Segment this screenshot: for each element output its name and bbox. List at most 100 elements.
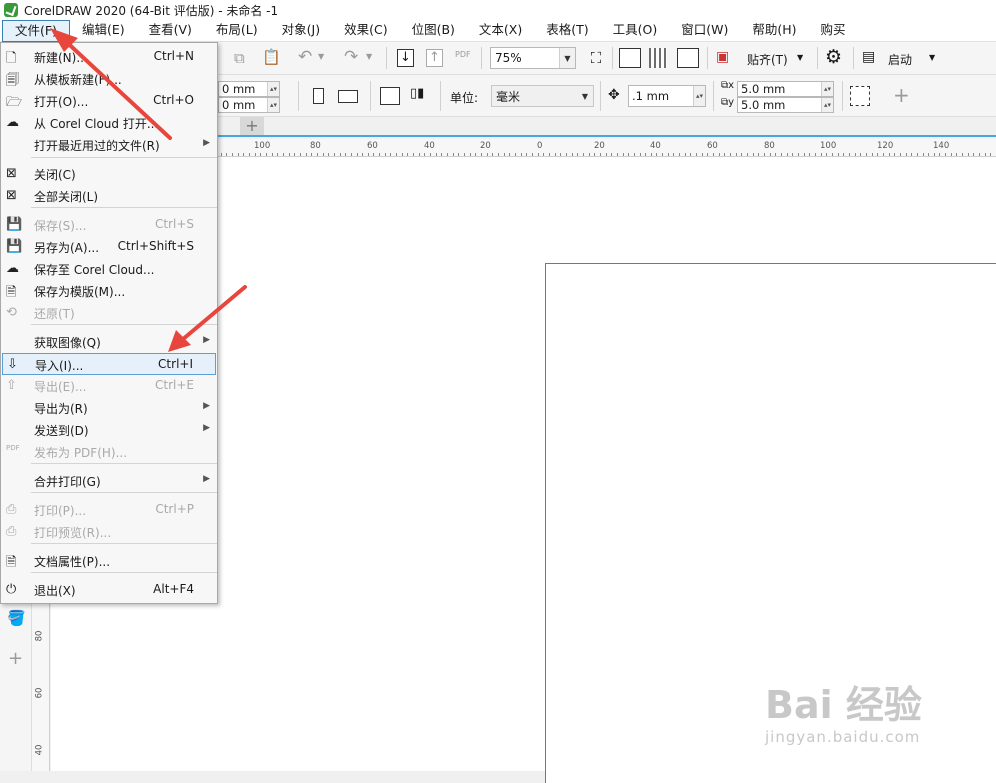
page-width-input[interactable]: 0 mm ▴▾	[218, 81, 280, 97]
file-menu-item[interactable]: 合并打印(G) ▶	[2, 470, 216, 492]
menu-table[interactable]: 表格(T)	[534, 20, 600, 42]
redo-icon[interactable]: ↷	[344, 47, 358, 67]
landscape-icon[interactable]	[338, 90, 358, 103]
menu-text[interactable]: 文本(X)	[467, 20, 534, 42]
menu-edit[interactable]: 编辑(E)	[70, 20, 137, 42]
ruler-tick	[854, 153, 856, 156]
ruler-tick	[599, 153, 601, 156]
spin-arrows-icon[interactable]: ▴▾	[267, 82, 279, 96]
file-menu-item-label: 退出(X)	[34, 584, 76, 598]
import-toolbar-icon[interactable]: ↓	[397, 49, 414, 67]
page-border-icon[interactable]	[850, 86, 870, 106]
page-height-input[interactable]: 0 mm ▴▾	[218, 97, 280, 113]
menu-bitmaps[interactable]: 位图(B)	[400, 20, 467, 42]
menu-layout[interactable]: 布局(L)	[204, 20, 270, 42]
all-pages-icon[interactable]	[380, 87, 400, 105]
launch-label[interactable]: 启动	[888, 51, 912, 68]
ruler-tick	[792, 153, 794, 156]
file-menu-item[interactable]: ⊠ 全部关闭(L)	[2, 185, 216, 207]
undo-icon[interactable]: ↶	[298, 47, 312, 67]
undo-dropdown-icon[interactable]: ▼	[318, 52, 324, 61]
ruler-tick	[373, 153, 375, 156]
units-combo[interactable]: 毫米 ▼	[491, 85, 594, 107]
file-menu-item[interactable]: ⇩ 导入(I)... Ctrl+I	[2, 353, 216, 375]
menu-effects[interactable]: 效果(C)	[332, 20, 399, 42]
file-menu-item[interactable]: 🗁 打开(O)... Ctrl+O	[2, 90, 216, 112]
ruler-tick	[311, 153, 313, 156]
spin-arrows-icon[interactable]: ▴▾	[267, 98, 279, 112]
gear-icon[interactable]: ⚙	[825, 46, 842, 68]
menu-view[interactable]: 查看(V)	[137, 20, 204, 42]
show-rulers-icon[interactable]	[619, 48, 641, 68]
file-menu-item[interactable]: 🗎 文档属性(P)...	[2, 550, 216, 572]
ruler-tick	[254, 153, 256, 156]
add-tool-icon[interactable]: +	[8, 648, 23, 669]
interactive-fill-icon[interactable]: 🪣	[7, 609, 26, 627]
ruler-tick	[464, 153, 466, 156]
file-menu-item: 💾 保存(S)... Ctrl+S	[2, 214, 216, 236]
menu-window[interactable]: 窗口(W)	[669, 20, 740, 42]
menu-object[interactable]: 对象(J)	[270, 20, 332, 42]
nudge-icon: ✥	[608, 87, 620, 103]
copy-icon[interactable]: ⧉	[234, 49, 245, 67]
snap-dropdown-icon[interactable]: ▼	[797, 53, 803, 62]
window-title: CorelDRAW 2020 (64-Bit 评估版) - 未命名 -1	[24, 3, 279, 18]
menu-help[interactable]: 帮助(H)	[740, 20, 808, 42]
add-icon[interactable]: +	[893, 83, 910, 107]
ruler-tick	[905, 153, 907, 156]
file-menu-item[interactable]: ⊠ 关闭(C)	[2, 163, 216, 185]
chevron-down-icon[interactable]: ▼	[577, 86, 593, 106]
file-menu-item[interactable]: 导出为(R) ▶	[2, 397, 216, 419]
ruler-tick-label: 100	[820, 141, 837, 151]
portrait-icon[interactable]	[313, 88, 324, 104]
spin-arrows-icon[interactable]: ▴▾	[821, 82, 833, 96]
add-document-tab-icon[interactable]: +	[240, 117, 264, 135]
ruler-tick	[248, 153, 250, 156]
ruler-tick	[362, 153, 364, 156]
menu-buy[interactable]: 购买	[809, 20, 858, 42]
file-menu-item[interactable]: ☁ 从 Corel Cloud 打开...	[2, 112, 216, 134]
duplicate-y-input[interactable]: 5.0 mm ▴▾	[737, 97, 834, 113]
spin-arrows-icon[interactable]: ▴▾	[821, 98, 833, 112]
launch-app-icon[interactable]: ▤	[862, 49, 875, 65]
menu-file[interactable]: 文件(F)	[2, 19, 70, 42]
file-menu-item[interactable]: 获取图像(Q) ▶	[2, 331, 216, 353]
spin-arrows-icon[interactable]: ▴▾	[693, 86, 705, 106]
chevron-down-icon[interactable]: ▼	[559, 48, 575, 68]
export-toolbar-icon[interactable]: ↑	[426, 49, 443, 67]
file-menu-item[interactable]: 🗐 从模板新建(F)...	[2, 68, 216, 90]
ruler-tick	[560, 153, 562, 156]
launch-dropdown-icon[interactable]: ▼	[929, 53, 935, 62]
ruler-tick	[498, 153, 499, 156]
ruler-tick	[628, 153, 630, 156]
file-menu-item[interactable]: ☁ 保存至 Corel Cloud...	[2, 258, 216, 280]
ruler-tick	[333, 153, 335, 156]
file-menu-item[interactable]: 🗎 保存为模版(M)...	[2, 280, 216, 302]
snap-to-label[interactable]: 贴齐(T)	[747, 51, 788, 68]
menu-tools[interactable]: 工具(O)	[601, 20, 670, 42]
file-menu-item[interactable]: 发送到(D) ▶	[2, 419, 216, 441]
file-menu-item[interactable]: 🗋 新建(N)... Ctrl+N	[2, 46, 216, 68]
ruler-tick-label: 60	[34, 687, 45, 699]
ruler-tick	[265, 153, 267, 156]
paste-icon[interactable]: 📋	[262, 48, 281, 66]
show-grid-icon[interactable]	[649, 48, 667, 68]
publish-pdf-icon[interactable]: PDF	[455, 50, 471, 59]
file-menu-item[interactable]: 打开最近用过的文件(R) ▶	[2, 134, 216, 156]
file-menu-item[interactable]: 💾 另存为(A)... Ctrl+Shift+S	[2, 236, 216, 258]
ruler-tick	[882, 153, 884, 156]
file-menu-item[interactable]: ⏻ 退出(X) Alt+F4	[2, 579, 216, 601]
duplicate-x-input[interactable]: 5.0 mm ▴▾	[737, 81, 834, 97]
ruler-tick	[933, 153, 935, 156]
ruler-tick	[435, 153, 437, 156]
full-screen-icon[interactable]: ⛶	[586, 49, 606, 67]
ruler-tick	[684, 153, 686, 156]
current-page-icon[interactable]: ▯▮	[410, 86, 424, 101]
ruler-tick	[781, 153, 782, 156]
redo-dropdown-icon[interactable]: ▼	[366, 52, 372, 61]
nudge-distance-input[interactable]: .1 mm ▴▾	[628, 85, 706, 107]
show-guidelines-icon[interactable]	[677, 48, 699, 68]
zoom-level-combo[interactable]: 75% ▼	[490, 47, 576, 69]
file-menu-item-label: 导入(I)...	[35, 359, 84, 373]
snap-off-icon[interactable]: ▣	[716, 49, 729, 65]
